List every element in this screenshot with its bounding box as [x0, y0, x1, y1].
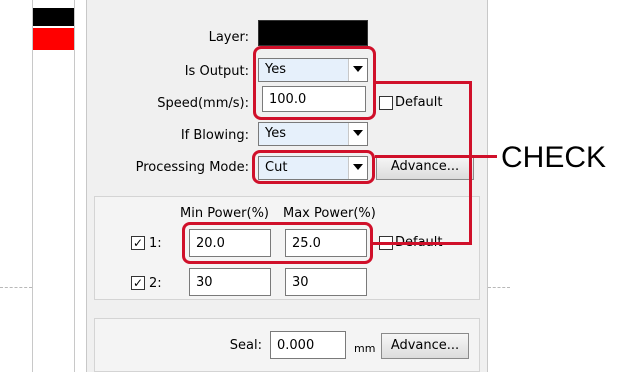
- right-dashed-guide: [488, 287, 510, 288]
- check-annotation-text: CHECK: [501, 141, 607, 174]
- annotation-connector-top: [375, 81, 472, 84]
- speed-default-label: Default: [395, 95, 443, 110]
- if-blowing-value: Yes: [265, 126, 286, 141]
- if-blowing-label: If Blowing:: [180, 128, 249, 143]
- power-row-2-min-input[interactable]: 30: [189, 268, 271, 296]
- seal-unit: mm: [354, 342, 376, 355]
- if-blowing-select[interactable]: Yes: [258, 122, 368, 146]
- layer-color-list: [32, 0, 75, 372]
- power-row-2-label: 2:: [149, 276, 162, 291]
- chevron-down-icon[interactable]: [348, 123, 367, 145]
- layer-swatch-red[interactable]: [33, 28, 74, 50]
- annotation-box-is-output-speed: [253, 46, 376, 120]
- layer-color-swatch[interactable]: [258, 20, 368, 46]
- is-output-label: Is Output:: [184, 64, 249, 79]
- layer-swatch-black[interactable]: [33, 8, 74, 26]
- annotation-box-processing-mode: [252, 150, 375, 184]
- power-row-2-checkbox[interactable]: ✓: [131, 276, 145, 290]
- power-row-1-label: 1:: [149, 236, 162, 251]
- min-power-header: Min Power(%): [180, 206, 270, 221]
- power-row-2-max-input[interactable]: 30: [285, 268, 367, 296]
- power-row-1-checkbox[interactable]: ✓: [131, 236, 145, 250]
- annotation-box-power: [182, 222, 373, 264]
- annotation-connector-power: [372, 242, 472, 245]
- max-power-header: Max Power(%): [283, 206, 376, 221]
- seal-label: Seal:: [229, 338, 262, 353]
- layer-label: Layer:: [208, 30, 249, 45]
- speed-label: Speed(mm/s):: [157, 96, 249, 111]
- seal-advance-button[interactable]: Advance...: [381, 333, 469, 359]
- annotation-connector-processing: [375, 155, 497, 158]
- seal-input[interactable]: 0.000: [270, 331, 346, 359]
- left-dashed-guide: [0, 287, 32, 288]
- processing-mode-label: Processing Mode:: [135, 160, 249, 175]
- processing-advance-button[interactable]: Advance...: [376, 156, 474, 180]
- speed-default-checkbox[interactable]: [379, 96, 393, 110]
- annotation-connector-vertical: [469, 81, 472, 245]
